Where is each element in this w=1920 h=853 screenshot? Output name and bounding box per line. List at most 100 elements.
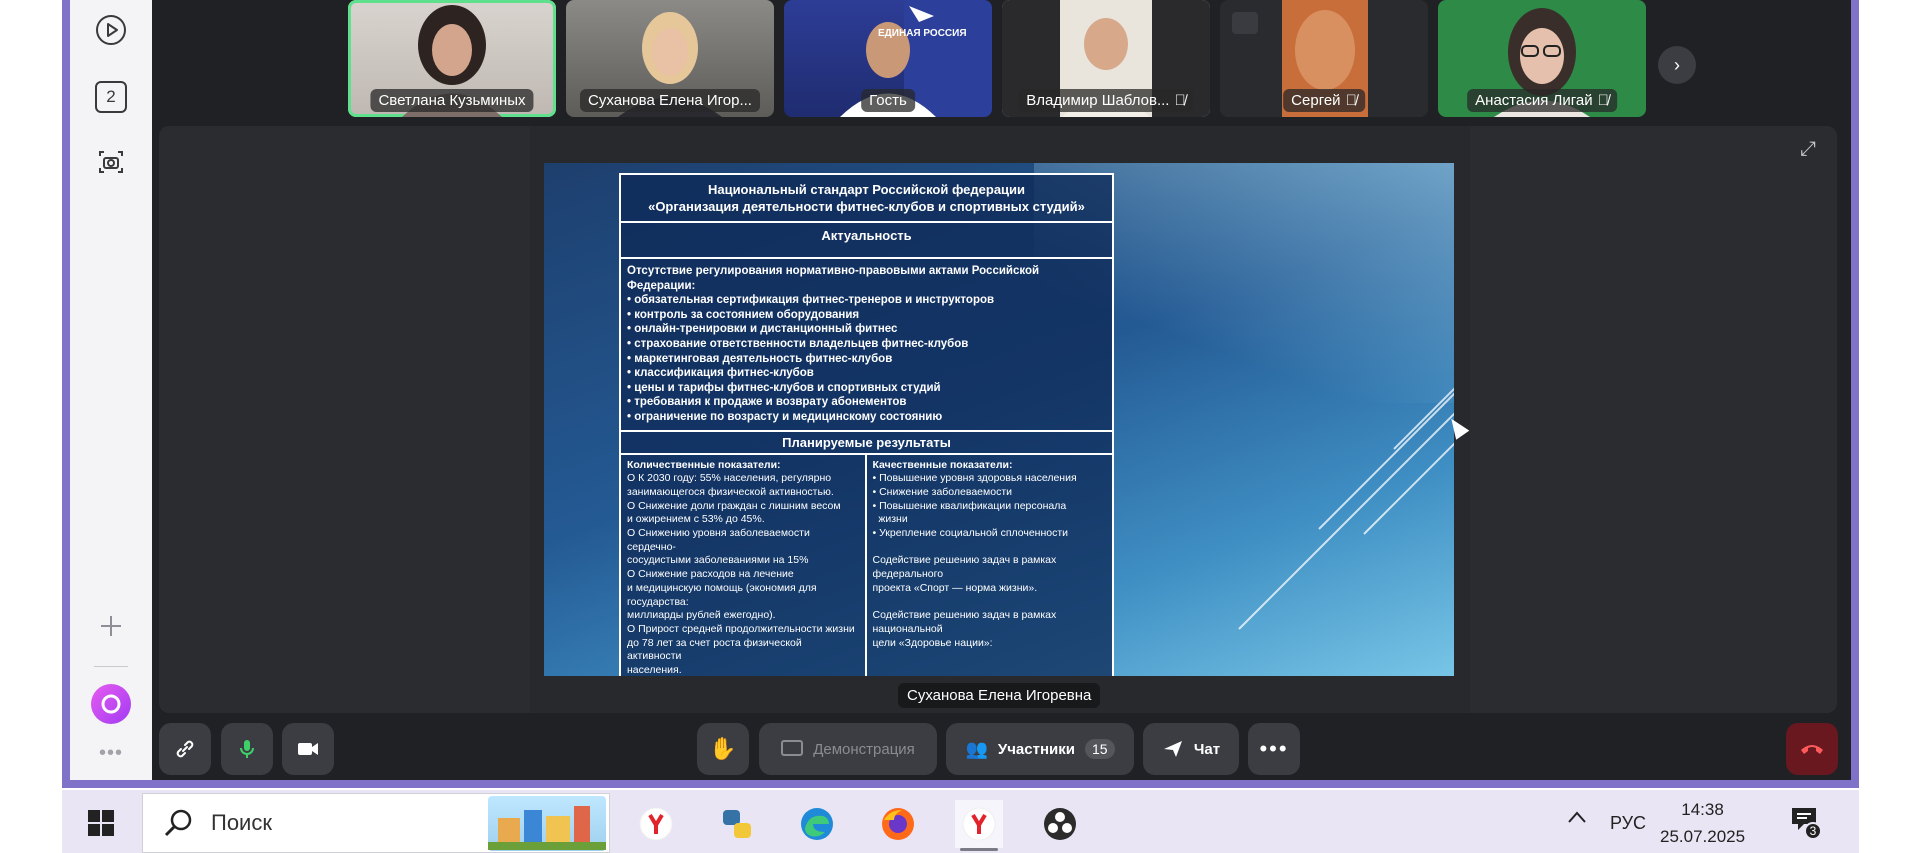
copy-link-button[interactable] [159, 723, 211, 775]
quantitative-line: сосудистыми заболеваниями на 15% [627, 554, 809, 567]
yandex-browser-icon[interactable] [955, 800, 1003, 848]
quantitative-line: населения. [627, 664, 682, 676]
microphone-button[interactable] [221, 723, 273, 775]
hangup-icon [1801, 745, 1823, 754]
search-highlight-image [488, 796, 606, 851]
presenter-name: Суханова Елена Игоревна [898, 683, 1101, 708]
slide-header: Национальный стандарт Российской федерац… [621, 175, 1112, 223]
plus-icon[interactable] [91, 606, 131, 646]
microphone-icon [240, 740, 254, 758]
raise-hand-button[interactable]: ✋ [697, 723, 749, 775]
quantitative-line: О Снижение доли граждан с лишним весом [627, 499, 841, 512]
participant-tile[interactable]: ЕДИНАЯ РОССИЯ Гость [784, 0, 992, 117]
list-item: • классификация фитнес-клубов [627, 367, 814, 380]
windows-start-icon[interactable] [88, 810, 114, 841]
qualitative-spacer [873, 596, 1107, 610]
list-intro: Отсутствие регулирования нормативно-прав… [627, 265, 1040, 292]
more-dots-icon[interactable]: ••• [96, 742, 126, 765]
participant-name: Владимир Шаблов... 🎙̸ [1018, 89, 1194, 112]
camera-screenshot-icon[interactable] [91, 142, 131, 182]
counter-icon[interactable]: 2 [91, 77, 131, 117]
notification-count: 3 [1804, 822, 1822, 840]
participant-tile[interactable]: Владимир Шаблов... 🎙̸ [1002, 0, 1210, 117]
relevance-list: Отсутствие регулирования нормативно-прав… [621, 259, 1112, 432]
participant-name: Анастасия Лигай 🎙̸ [1467, 89, 1617, 112]
clock-time: 14:38 [1681, 800, 1724, 819]
edge-icon[interactable] [793, 800, 841, 848]
quantitative-line: миллиарды рублей ежегодно). [627, 609, 776, 622]
qualitative-line: Содействие решению задач в рамках национ… [872, 609, 1057, 635]
python-icon[interactable] [713, 800, 761, 848]
yandex-browser-icon[interactable] [632, 800, 680, 848]
obs-icon[interactable] [1036, 800, 1084, 848]
list-item: • обязательная сертификация фитнес-трене… [627, 294, 995, 307]
taskbar-search[interactable]: Поиск [142, 793, 610, 853]
active-app-indicator [960, 848, 998, 851]
more-options-button[interactable]: ••• [1248, 723, 1300, 775]
quantitative-line: и ожирением с 53% до 45%. [627, 513, 765, 526]
slide-decoration-line [1363, 427, 1454, 535]
quantitative-column: Количественные показатели: О К 2030 году… [621, 454, 867, 676]
qualitative-column: Качественные показатели: • Повышение уро… [867, 455, 1113, 676]
screen-share-label: Демонстрация [813, 740, 915, 758]
firefox-icon[interactable] [874, 800, 922, 848]
slide-title-line1: Национальный стандарт Российской федерац… [707, 182, 1026, 197]
participants-label: Участники [997, 740, 1075, 758]
sidebar-divider [94, 666, 128, 667]
hangup-button[interactable] [1786, 723, 1838, 775]
left-sidebar: 2 ••• [70, 0, 152, 780]
play-circle-icon[interactable] [91, 10, 131, 50]
tray-chevron-up-icon[interactable] [1567, 808, 1587, 829]
list-item: • ограничение по возрасту и медицинскому… [627, 410, 943, 423]
send-icon [1163, 741, 1182, 757]
quantitative-title: Количественные показатели: [627, 458, 781, 471]
quantitative-line: О Снижение расходов на лечение [627, 568, 794, 581]
notification-icon[interactable]: 3 [1790, 806, 1822, 840]
list-item: • контроль за состоянием оборудования [627, 308, 860, 321]
qualitative-line: • Повышение уровня здоровья населения [872, 472, 1077, 485]
participant-tile[interactable]: Суханова Елена Игор... [566, 0, 774, 117]
camera-button[interactable] [282, 723, 334, 775]
qualitative-spacer [873, 541, 1107, 555]
mic-muted-icon: 🎙̸ [1597, 92, 1609, 109]
mic-muted-icon: 🎙̸ [1345, 92, 1357, 109]
alice-assistant-icon[interactable] [91, 684, 131, 724]
more-horizontal-icon: ••• [1259, 736, 1289, 761]
qualitative-line: проекта «Спорт — норма жизни». [872, 581, 1038, 594]
screen: 2 ••• Светлана Кузьминых Суханова Елена … [0, 0, 1920, 853]
banner-text: ЕДИНАЯ РОССИЯ [878, 28, 967, 39]
counter-value: 2 [95, 81, 127, 113]
next-participants-button[interactable]: › [1658, 46, 1696, 84]
slide-title-line2: «Организация деятельности фитнес-клубов … [648, 199, 1085, 214]
raise-hand-icon: ✋ [709, 736, 737, 761]
screen-share-button[interactable]: Демонстрация [759, 723, 937, 775]
participant-name: Светлана Кузьминых [370, 89, 534, 112]
qualitative-line: • Снижение заболеваемости [872, 485, 1013, 498]
clock-date: 25.07.2025 [1660, 827, 1746, 846]
quantitative-line: и медицинскую помощь (экономия для госуд… [627, 581, 817, 608]
quantitative-line: до 78 лет за счет роста физической актив… [627, 636, 802, 663]
quantitative-line: О К 2030 году: 55% населения, регулярно [627, 472, 832, 485]
participant-tile[interactable]: Светлана Кузьминых [348, 0, 556, 117]
participant-tile[interactable]: Сергей 🎙̸ [1220, 0, 1428, 117]
list-item: • онлайн-тренировки и дистанционный фитн… [627, 323, 898, 336]
list-item: • требования к продаже и возврату абонем… [627, 396, 907, 409]
section-results: Планируемые результаты [621, 432, 1112, 455]
slide-decoration-line [1393, 370, 1454, 450]
quantitative-line: О Прирост средней продолжительности жизн… [627, 622, 855, 635]
slide-document: Национальный стандарт Российской федерац… [619, 173, 1114, 676]
list-item: • маркетинговая деятельность фитнес-клуб… [627, 352, 893, 365]
presentation-slide: Национальный стандарт Российской федерац… [544, 163, 1454, 676]
chevron-right-icon: › [1674, 54, 1680, 75]
participants-button[interactable]: 👥 Участники 15 [946, 723, 1134, 775]
link-icon [176, 740, 194, 758]
chat-label: Чат [1193, 740, 1221, 758]
system-clock[interactable]: 14:38 25.07.2025 [1660, 796, 1745, 850]
language-indicator[interactable]: РУС [1610, 813, 1646, 834]
search-placeholder: Поиск [211, 810, 272, 835]
qualitative-line: • Укрепление социальной сплоченности [872, 527, 1069, 540]
participant-tile[interactable]: Анастасия Лигай 🎙̸ [1438, 0, 1646, 117]
chat-button[interactable]: Чат [1143, 723, 1239, 775]
fullscreen-icon[interactable]: ⤢ [1800, 138, 1816, 161]
participants-icon: 👥 [965, 738, 988, 759]
